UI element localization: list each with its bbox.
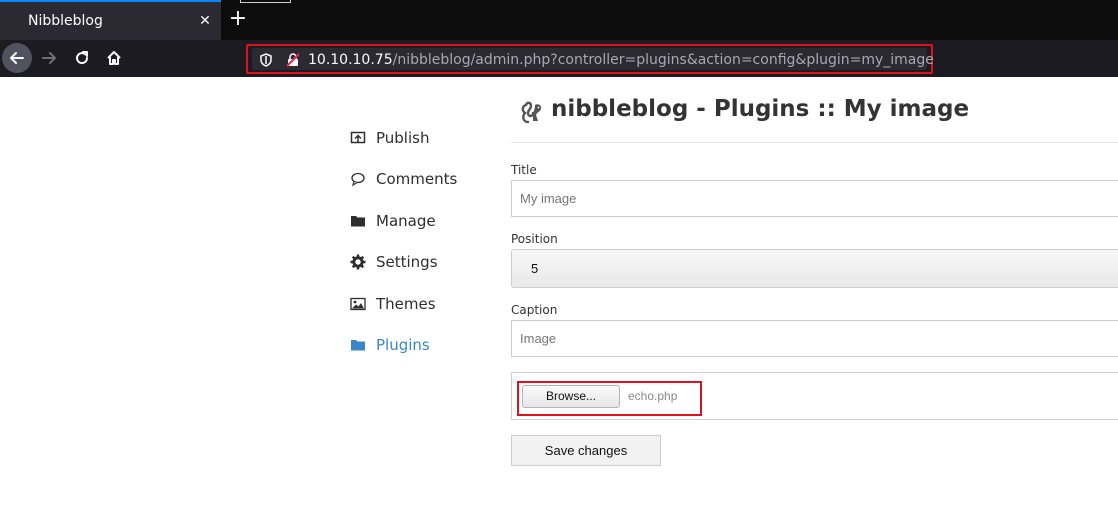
sidebar-item-comments[interactable]: Comments xyxy=(350,168,457,190)
browser-tab[interactable]: Nibbleblog ✕ xyxy=(0,0,221,40)
page-header: nibbleblog - Plugins :: My image xyxy=(511,92,1118,143)
browse-button[interactable]: Browse... xyxy=(522,385,620,408)
caption-label: Caption xyxy=(511,303,558,317)
sidebar-item-label: Manage xyxy=(376,212,436,230)
insecure-lock-icon[interactable] xyxy=(285,52,301,68)
url-path: /nibbleblog/admin.php?controller=plugins… xyxy=(392,52,934,68)
close-tab-icon[interactable]: ✕ xyxy=(196,11,214,31)
sidebar-item-label: Publish xyxy=(376,129,430,147)
reload-button[interactable] xyxy=(67,43,97,73)
reload-icon xyxy=(76,51,89,65)
back-arrow-icon xyxy=(10,52,24,64)
browser-toolbar: 10.10.10.75/nibbleblog/admin.php?control… xyxy=(0,40,1118,77)
selected-file-name: echo.php xyxy=(628,389,678,403)
folder-icon xyxy=(350,213,366,229)
sidebar-item-themes[interactable]: Themes xyxy=(350,293,436,315)
publish-icon xyxy=(350,130,366,146)
title-label: Title xyxy=(511,163,537,177)
forward-button[interactable] xyxy=(34,43,64,73)
address-field[interactable]: 10.10.10.75/nibbleblog/admin.php?control… xyxy=(252,48,934,70)
sidebar-item-label: Plugins xyxy=(376,336,430,354)
url-host: 10.10.10.75 xyxy=(308,52,393,68)
home-icon xyxy=(107,51,121,65)
tab-divider xyxy=(240,0,291,3)
folder-icon xyxy=(350,337,366,353)
sidebar-item-settings[interactable]: Settings xyxy=(350,251,438,273)
caption-input[interactable]: Image xyxy=(511,320,1118,357)
image-icon xyxy=(350,296,366,312)
forward-arrow-icon xyxy=(42,52,56,64)
tab-bar: Nibbleblog ✕ + xyxy=(0,0,1118,40)
sidebar-item-label: Comments xyxy=(376,170,458,188)
save-changes-button[interactable]: Save changes xyxy=(511,435,661,466)
back-button[interactable] xyxy=(2,43,32,73)
home-button[interactable] xyxy=(99,43,129,73)
address-bar[interactable]: 10.10.10.75/nibbleblog/admin.php?control… xyxy=(246,44,934,74)
sidebar-item-label: Themes xyxy=(376,295,436,313)
comment-icon xyxy=(350,171,366,187)
sidebar-item-label: Settings xyxy=(376,253,438,271)
sidebar-item-manage[interactable]: Manage xyxy=(350,210,436,232)
title-input[interactable]: My image xyxy=(511,180,1118,217)
sidebar-item-publish[interactable]: Publish xyxy=(350,127,429,149)
page-title: nibbleblog - Plugins :: My image xyxy=(551,96,970,122)
squirrel-logo-icon xyxy=(521,101,542,124)
new-tab-icon[interactable]: + xyxy=(228,7,248,31)
url-text[interactable]: 10.10.10.75/nibbleblog/admin.php?control… xyxy=(308,52,934,68)
shield-icon[interactable] xyxy=(258,52,274,68)
tab-title: Nibbleblog xyxy=(28,13,103,29)
gear-icon xyxy=(350,254,366,270)
position-select[interactable]: 5 xyxy=(511,249,1118,288)
position-label: Position xyxy=(511,232,558,246)
sidebar-item-plugins[interactable]: Plugins xyxy=(350,334,430,356)
